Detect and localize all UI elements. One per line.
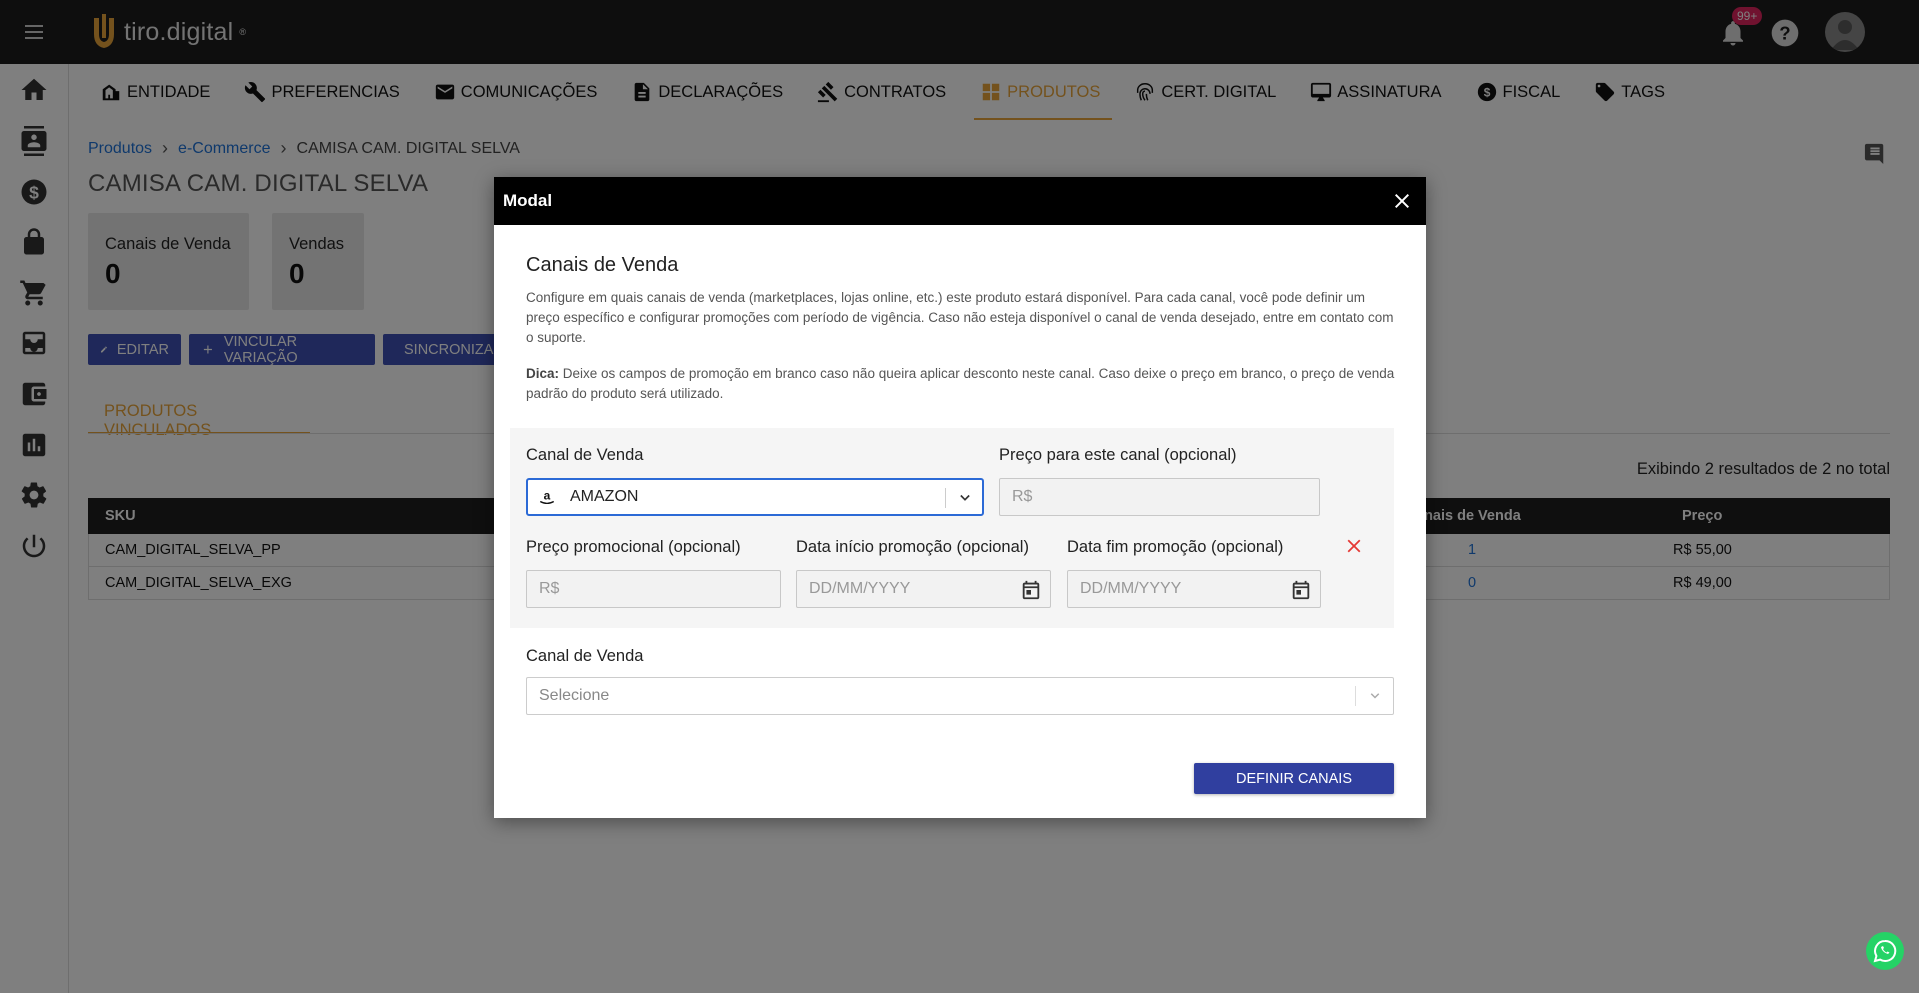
amazon-icon: a [539, 488, 555, 505]
calendar-icon[interactable] [1020, 579, 1042, 601]
close-icon[interactable] [1390, 189, 1414, 213]
define-channels-button[interactable]: DEFINIR CANAIS [1194, 763, 1394, 794]
modal-title: Modal [503, 191, 553, 210]
promo-end-placeholder: DD/MM/YYYY [1080, 580, 1182, 597]
channel-select[interactable]: a AMAZON [526, 478, 984, 516]
price-label: Preço para este canal (opcional) [999, 446, 1237, 464]
promo-start-label: Data início promoção (opcional) [796, 538, 1029, 556]
tip-label: Dica: [526, 366, 560, 381]
sales-channels-modal: Modal Canais de Venda Configure em quais… [494, 177, 1426, 818]
chevron-down-icon[interactable] [955, 488, 975, 508]
whatsapp-icon [1873, 939, 1897, 963]
modal-description: Configure em quais canais de venda (mark… [526, 290, 1394, 345]
promo-start-placeholder: DD/MM/YYYY [809, 580, 911, 597]
promo-end-date-input[interactable]: DD/MM/YYYY [1067, 570, 1321, 608]
new-channel-select[interactable]: Selecione [526, 677, 1394, 715]
channel-label: Canal de Venda [526, 446, 644, 464]
remove-channel-icon[interactable] [1343, 535, 1365, 557]
modal-header: Modal [494, 177, 1426, 225]
tip-text: Deixe os campos de promoção em branco ca… [526, 366, 1395, 401]
modal-tip: Dica: Deixe os campos de promoção em bra… [526, 364, 1396, 404]
price-input[interactable]: R$ [999, 478, 1320, 516]
modal-heading: Canais de Venda [526, 254, 679, 276]
svg-text:a: a [544, 488, 551, 502]
promo-price-label: Preço promocional (opcional) [526, 538, 741, 556]
channel-select-value: AMAZON [570, 488, 639, 505]
new-channel-label: Canal de Venda [526, 647, 644, 665]
select-divider [945, 488, 946, 508]
channel-config-panel: Canal de Venda a AMAZON Preço para este … [510, 428, 1394, 628]
new-channel-placeholder: Selecione [539, 687, 610, 704]
promo-start-date-input[interactable]: DD/MM/YYYY [796, 570, 1051, 608]
promo-price-input[interactable]: R$ [526, 570, 781, 608]
promo-price-placeholder: R$ [539, 580, 560, 597]
whatsapp-button[interactable] [1866, 932, 1904, 970]
calendar-icon[interactable] [1290, 579, 1312, 601]
promo-end-label: Data fim promoção (opcional) [1067, 538, 1284, 556]
select-divider [1355, 686, 1356, 706]
chevron-down-icon[interactable] [1366, 687, 1384, 705]
price-placeholder: R$ [1012, 488, 1033, 505]
